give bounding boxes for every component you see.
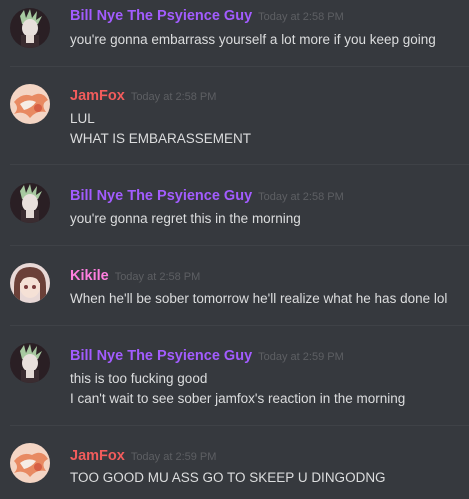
message-divider [10, 325, 469, 326]
message-text: LUL [70, 111, 95, 126]
message-divider [10, 425, 469, 426]
message-text: I can't wait to see sober jamfox's react… [70, 391, 406, 406]
bill-avatar-image [10, 343, 50, 383]
message-text: TOO GOOD MU ASS GO TO SKEEP U DINGODNG [70, 470, 386, 485]
message-divider [10, 66, 469, 67]
message-text: WHAT IS EMBARASSEMENT [70, 131, 252, 146]
jamfox-avatar[interactable] [10, 443, 50, 483]
timestamp: Today at 2:58 PM [114, 271, 201, 283]
message-text: you're gonna regret this in the morning [70, 211, 301, 226]
jamfox-avatar-image [10, 443, 50, 483]
message-divider [10, 164, 469, 165]
author-name[interactable]: Bill Nye The Psyience Guy [70, 188, 252, 204]
jamfox-avatar[interactable] [10, 84, 50, 124]
timestamp: Today at 2:58 PM [258, 191, 344, 203]
timestamp: Today at 2:59 PM [258, 351, 344, 363]
kikile-avatar[interactable] [10, 263, 50, 303]
bill-avatar-image [10, 8, 50, 48]
message-text: When he'll be sober tomorrow he'll reali… [70, 291, 448, 306]
author-name[interactable]: Kikile [70, 268, 109, 284]
bill-avatar-image [10, 183, 50, 223]
chat-log: Bill Nye The Psyience Guy Today at 2:58 P… [0, 0, 469, 499]
author-name[interactable]: Bill Nye The Psyience Guy [70, 348, 252, 364]
author-name[interactable]: JamFox [70, 88, 125, 104]
bill-avatar[interactable] [10, 343, 50, 383]
author-name[interactable]: Bill Nye The Psyience Guy [70, 8, 252, 24]
kikile-avatar-image [10, 263, 50, 303]
author-name[interactable]: JamFox [70, 448, 125, 464]
timestamp: Today at 2:59 PM [130, 451, 217, 463]
timestamp: Today at 2:58 PM [130, 91, 217, 103]
timestamp: Today at 2:58 PM [258, 11, 344, 23]
bill-avatar[interactable] [10, 8, 50, 48]
message-text: you're gonna embarrass yourself a lot mo… [70, 32, 436, 47]
message-text: this is too fucking good [70, 371, 208, 386]
message-divider [10, 245, 469, 246]
bill-avatar[interactable] [10, 183, 50, 223]
jamfox-avatar-image [10, 84, 50, 124]
